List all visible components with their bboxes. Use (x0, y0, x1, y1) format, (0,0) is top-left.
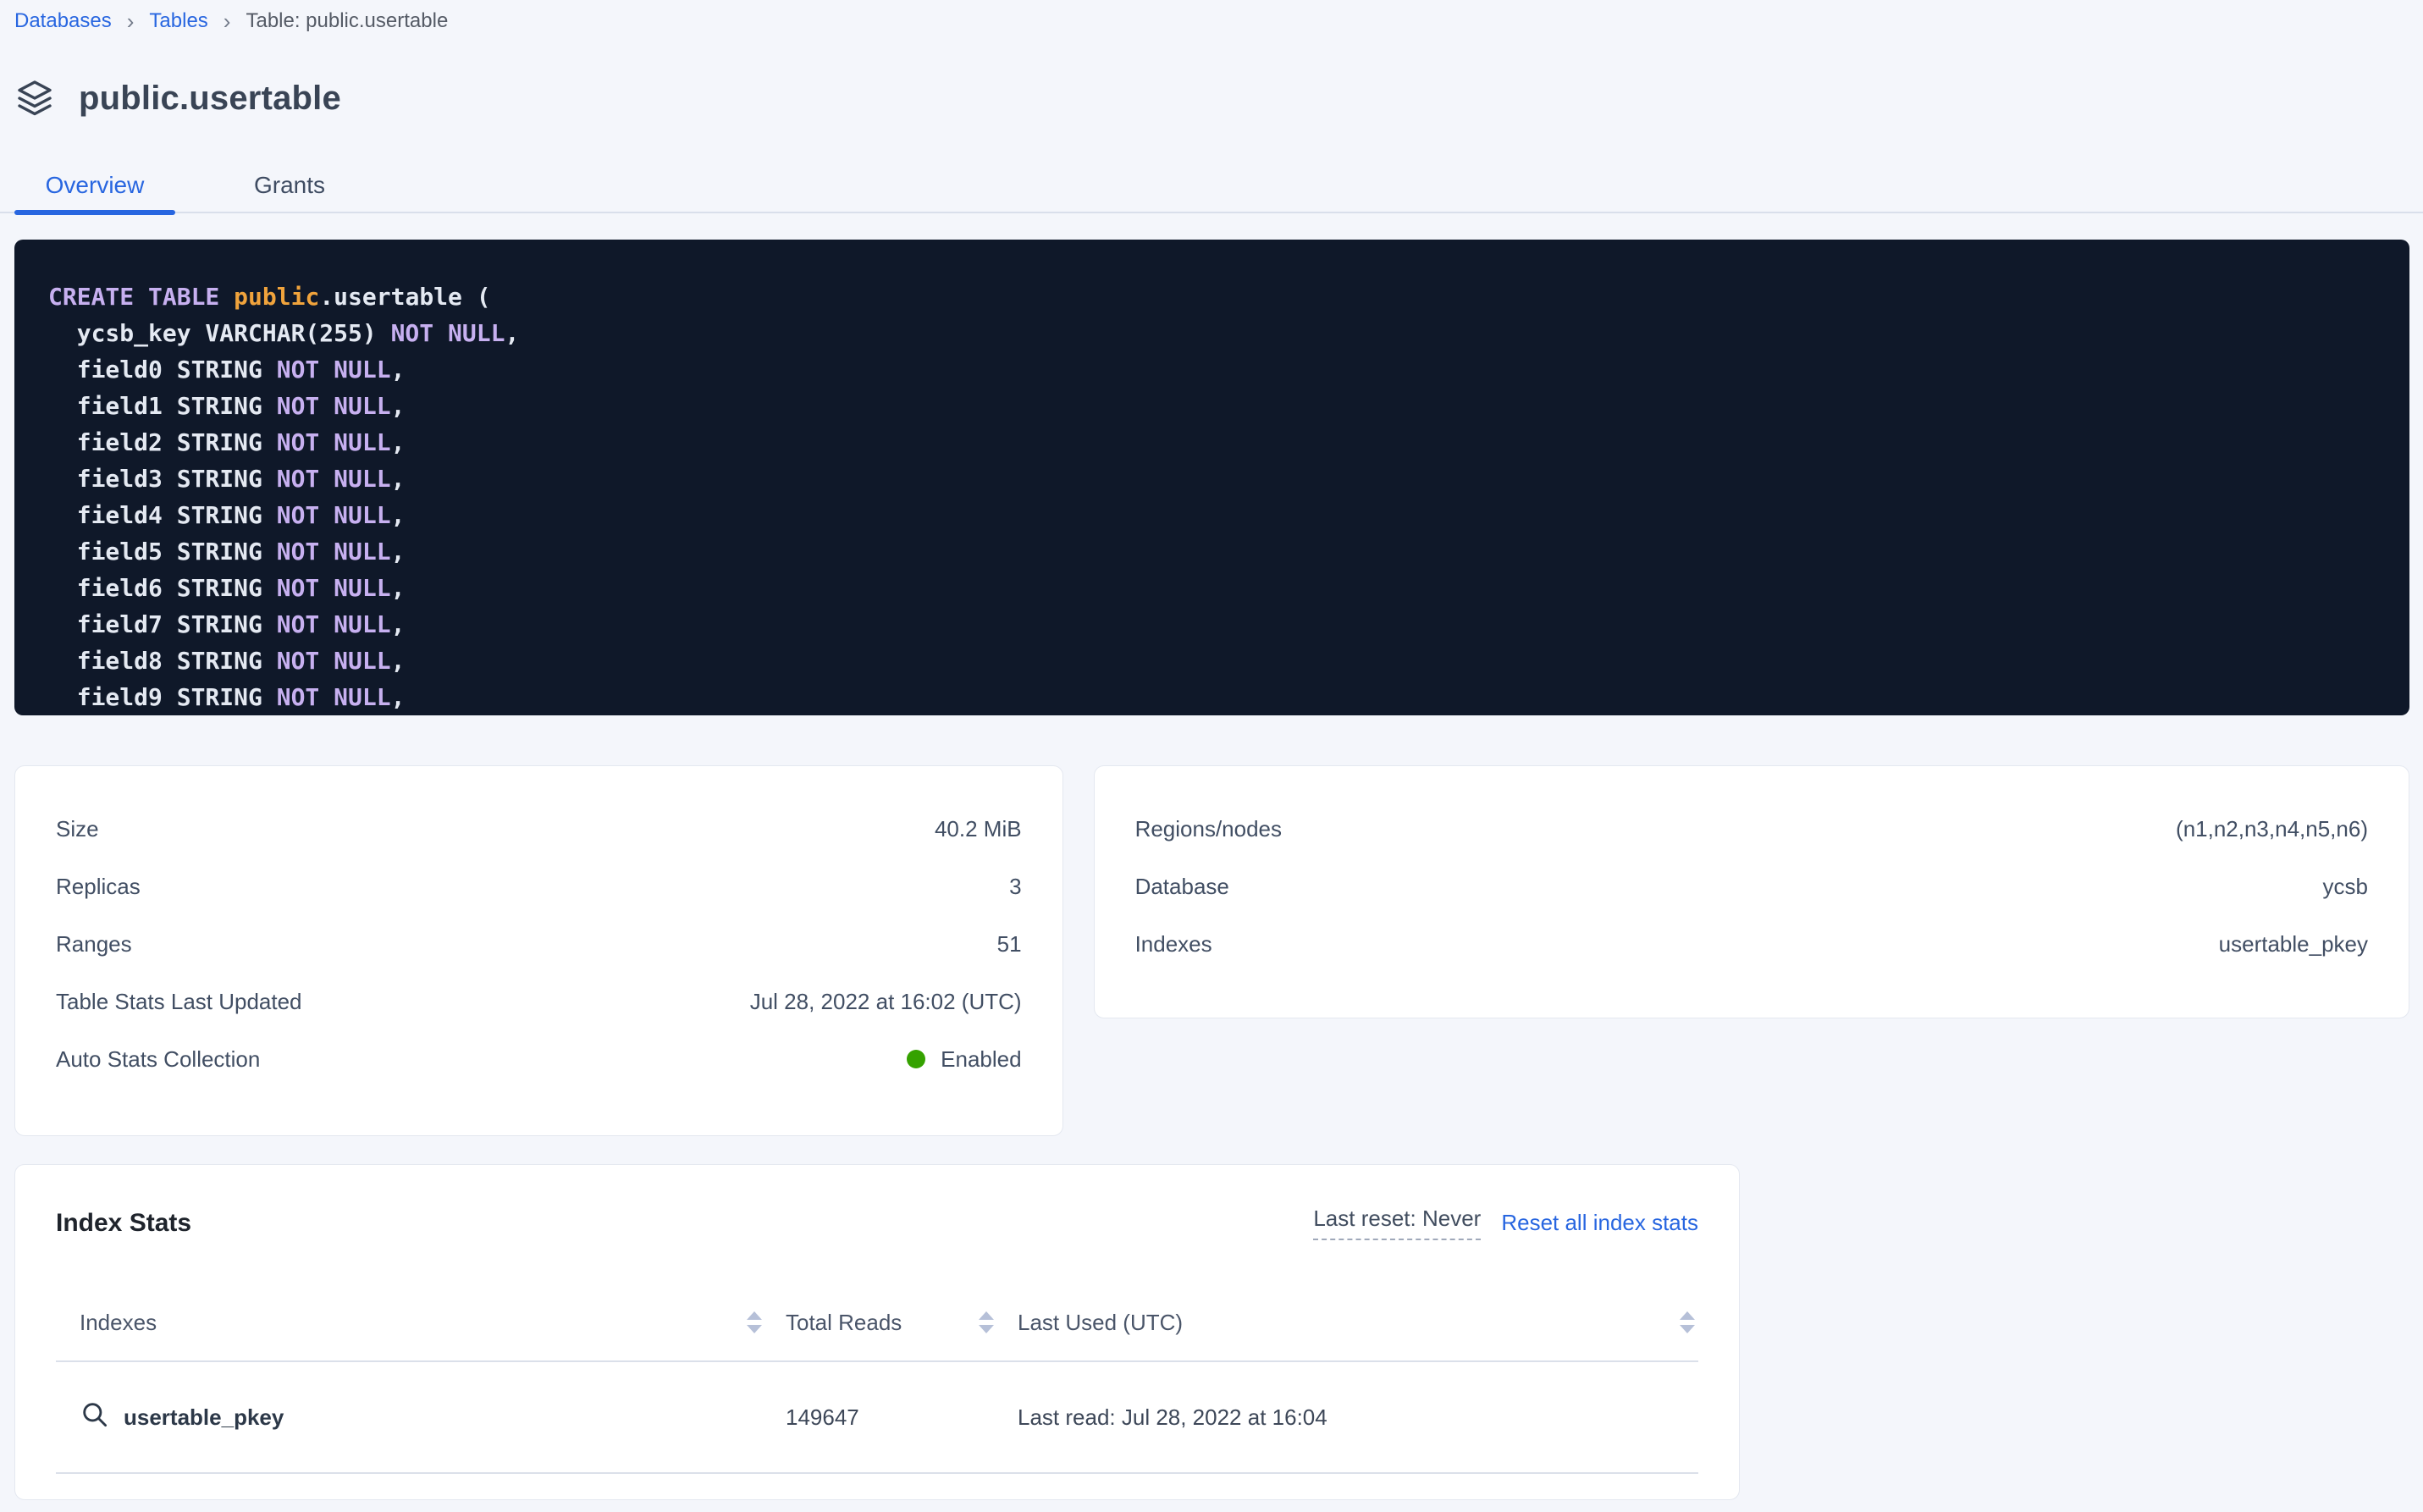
sql-line: CREATE TABLE public.usertable ( (48, 279, 2376, 315)
table-row: usertable_pkey 149647 Last read: Jul 28,… (56, 1362, 1698, 1474)
stat-label: Indexes (1135, 931, 1212, 957)
status-badge: Enabled (907, 1046, 1021, 1073)
column-label: Last Used (UTC) (1018, 1310, 1183, 1336)
sql-line: field3 STRING NOT NULL, (48, 461, 2376, 497)
create-table-sql-viewer[interactable]: CREATE TABLE public.usertable ( ycsb_key… (14, 240, 2409, 715)
sort-icon[interactable] (743, 1308, 765, 1337)
breadcrumb-current: Table: public.usertable (246, 9, 448, 33)
column-label: Indexes (80, 1310, 157, 1336)
page-title: public.usertable (79, 80, 341, 118)
stat-value: ycsb (2323, 874, 2368, 900)
stat-row-indexes: Indexes usertable_pkey (1135, 915, 2368, 973)
breadcrumb: Databases › Tables › Table: public.usert… (0, 0, 2423, 32)
stat-row-regions: Regions/nodes (n1,n2,n3,n4,n5,n6) (1135, 800, 2368, 858)
stat-value: Enabled (941, 1046, 1021, 1073)
sort-icon[interactable] (975, 1308, 997, 1337)
tab-bar: Overview Grants (0, 161, 2423, 213)
stat-value: 40.2 MiB (935, 816, 1022, 842)
status-dot-icon (907, 1050, 925, 1068)
overview-stats: Size 40.2 MiB Replicas 3 Ranges 51 Table… (14, 765, 2409, 1136)
tab-grants[interactable]: Grants (209, 161, 370, 212)
chevron-right-icon: › (127, 11, 135, 31)
tab-overview[interactable]: Overview (14, 161, 175, 212)
index-stats-title: Index Stats (56, 1209, 191, 1238)
sql-line: field0 STRING NOT NULL, (48, 351, 2376, 388)
stat-label: Replicas (56, 874, 141, 900)
stat-value: usertable_pkey (2219, 931, 2368, 957)
page-header: public.usertable (0, 74, 2423, 122)
table-details-card: Size 40.2 MiB Replicas 3 Ranges 51 Table… (14, 765, 1063, 1136)
sql-line: field8 STRING NOT NULL, (48, 643, 2376, 679)
breadcrumb-link-databases[interactable]: Databases (14, 9, 112, 33)
sql-line: ycsb_key VARCHAR(255) NOT NULL, (48, 315, 2376, 351)
stat-label: Auto Stats Collection (56, 1046, 260, 1073)
stat-value: 3 (1009, 874, 1021, 900)
sql-line: field9 STRING NOT NULL, (48, 679, 2376, 715)
sql-line: field1 STRING NOT NULL, (48, 388, 2376, 424)
stat-label: Regions/nodes (1135, 816, 1282, 842)
stat-label: Ranges (56, 931, 132, 957)
breadcrumb-link-tables[interactable]: Tables (149, 9, 207, 33)
magnifier-icon (80, 1399, 110, 1436)
column-header-indexes[interactable]: Indexes (56, 1308, 765, 1337)
stat-value: 51 (997, 931, 1022, 957)
stat-label: Size (56, 816, 99, 842)
stat-label: Table Stats Last Updated (56, 989, 302, 1015)
column-label: Total Reads (786, 1310, 902, 1336)
sql-line: field5 STRING NOT NULL, (48, 533, 2376, 570)
sql-line: field2 STRING NOT NULL, (48, 424, 2376, 461)
stat-row-ranges: Ranges 51 (56, 915, 1022, 973)
stat-row-stats-updated: Table Stats Last Updated Jul 28, 2022 at… (56, 973, 1022, 1030)
sql-line: field6 STRING NOT NULL, (48, 570, 2376, 606)
column-header-total-reads[interactable]: Total Reads (765, 1308, 997, 1337)
stat-row-size: Size 40.2 MiB (56, 800, 1022, 858)
last-reset-label[interactable]: Last reset: Never (1313, 1206, 1481, 1240)
sql-line: field4 STRING NOT NULL, (48, 497, 2376, 533)
stat-label: Database (1135, 874, 1229, 900)
index-stats-card: Index Stats Last reset: Never Reset all … (14, 1164, 1740, 1500)
total-reads-value: 149647 (765, 1404, 997, 1431)
page: Databases › Tables › Table: public.usert… (0, 0, 2423, 1500)
sort-icon[interactable] (1676, 1308, 1698, 1337)
table-stack-icon (14, 78, 55, 119)
stat-row-database: Database ycsb (1135, 858, 2368, 915)
sql-line: field7 STRING NOT NULL, (48, 606, 2376, 643)
stat-row-auto-stats: Auto Stats Collection Enabled (56, 1030, 1022, 1088)
chevron-right-icon: › (224, 11, 231, 31)
reset-index-stats-link[interactable]: Reset all index stats (1501, 1210, 1698, 1236)
last-used-value: Last read: Jul 28, 2022 at 16:04 (997, 1404, 1698, 1431)
stat-value: (n1,n2,n3,n4,n5,n6) (2176, 816, 2368, 842)
column-header-last-used[interactable]: Last Used (UTC) (997, 1308, 1698, 1337)
stat-value: Jul 28, 2022 at 16:02 (UTC) (750, 989, 1022, 1015)
table-placement-card: Regions/nodes (n1,n2,n3,n4,n5,n6) Databa… (1094, 765, 2409, 1018)
stat-row-replicas: Replicas 3 (56, 858, 1022, 915)
index-name-link[interactable]: usertable_pkey (124, 1404, 284, 1431)
index-table-header: Indexes Total Reads Last Used (UTC) (56, 1284, 1698, 1362)
